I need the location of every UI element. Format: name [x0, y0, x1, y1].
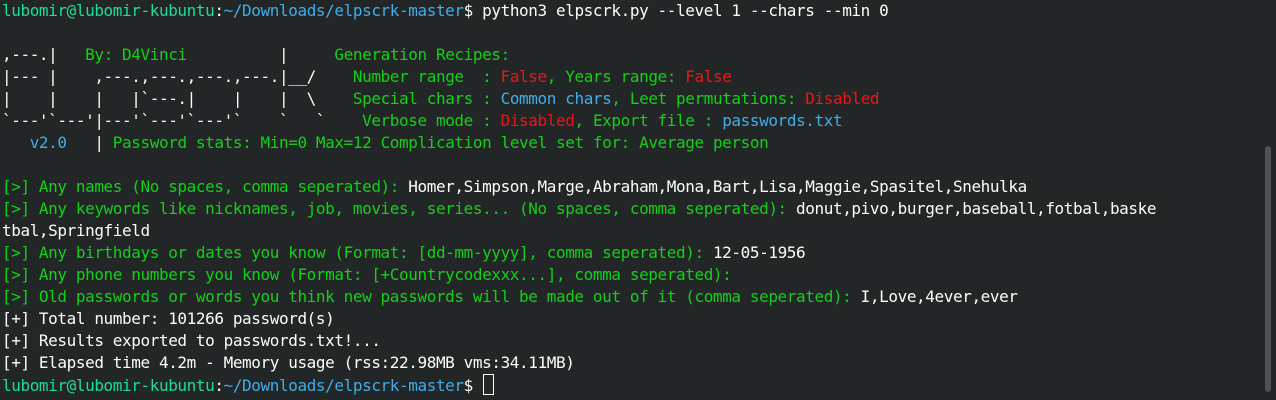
result-export: [+] Results exported to passwords.txt!..…: [2, 331, 381, 350]
question-text: [>] Any names (No spaces, comma seperate…: [2, 177, 409, 196]
export-value: passwords.txt: [722, 111, 843, 130]
vertical-scrollbar[interactable]: [1260, 0, 1276, 400]
prompt-symbol: $: [463, 376, 474, 395]
result-total: [+] Total number: 101266 password(s): [2, 309, 335, 328]
prompt-user-host: lubomir@lubomir-kubuntu: [2, 1, 215, 20]
export-label: Export file :: [592, 111, 723, 130]
leet-label: Leet permutations:: [629, 89, 806, 108]
answer-text: Homer,Simpson,Marge,Abraham,Mona,Bart,Li…: [408, 177, 1027, 196]
banner-author: By: D4Vinci: [85, 45, 187, 64]
special-chars-value: Common chars: [500, 89, 612, 108]
banner-art-2: |--- | ,---.,---.,---.,---.|__/: [2, 67, 316, 86]
command-line: lubomir@lubomir-kubuntu:~/Downloads/elps…: [2, 0, 1254, 22]
prompt-path: ~/Downloads/elpscrk-master: [223, 376, 464, 395]
banner-line-3: | | | |`---.| | | \ Special chars : Comm…: [2, 89, 880, 108]
prompt-colon: :: [214, 1, 224, 20]
question-text: [>] Any keywords like nicknames, job, mo…: [2, 199, 797, 218]
banner-line-4: `---'`---'|---'`---'`---'` ` ` Verbose m…: [2, 111, 843, 130]
question-line: [>] Any birthdays or dates you know (For…: [2, 242, 1254, 264]
banner-line-5: v2.0 | Password stats: Min=0 Max=12 Comp…: [2, 132, 1254, 154]
banner-art-3: | | | |`---.| | | \: [2, 89, 316, 108]
verbose-value: Disabled: [500, 111, 575, 130]
prompt-colon: :: [214, 376, 224, 395]
answer-wrap-text: tbal,Springfield: [2, 221, 150, 240]
banner-art-4: `---'`---'|---'`---'`---'` ` `: [2, 111, 326, 130]
answer-text: donut,pivo,burger,baseball,fotbal,baske: [796, 199, 1157, 218]
special-chars-label: Special chars :: [352, 89, 501, 108]
final-prompt-line[interactable]: lubomir@lubomir-kubuntu:~/Downloads/elps…: [2, 374, 1254, 396]
question-line: [>] Any keywords like nicknames, job, mo…: [2, 198, 1254, 220]
text-cursor[interactable]: [483, 374, 495, 395]
password-stats: Password stats: Min=0 Max=12 Complicatio…: [103, 133, 769, 152]
years-range-label: Years range:: [565, 67, 686, 86]
question-text: [>] Any phone numbers you know (Format: …: [2, 265, 732, 284]
prompt-path: ~/Downloads/elpscrk-master: [223, 1, 464, 20]
banner-line-1: ,---.| By: D4Vinci | Generation Recipes:: [2, 44, 1254, 66]
banner-line-2: |--- | ,---.,---.,---.,---.|__/ Number r…: [2, 67, 732, 86]
version-label: v2.0: [2, 133, 95, 152]
answer-text: I,Love,4ever,ever: [860, 287, 1018, 306]
number-range-label: Number range :: [352, 67, 501, 86]
prompt-symbol: $: [463, 1, 474, 20]
version-pipe: |: [94, 133, 104, 152]
terminal-output[interactable]: lubomir@lubomir-kubuntu:~/Downloads/elps…: [2, 0, 1254, 400]
question-text: [>] Any birthdays or dates you know (For…: [2, 243, 713, 262]
question-line: [>] Old passwords or words you think new…: [2, 286, 1254, 308]
command-text: python3 elpscrk.py --level 1 --chars --m…: [472, 1, 889, 20]
years-range-value: False: [685, 67, 732, 86]
result-elapsed: [+] Elapsed time 4.2m - Memory usage (rs…: [2, 353, 575, 372]
answer-wrap-line: tbal,Springfield: [2, 220, 1254, 242]
answer-text: 12-05-1956: [712, 243, 806, 262]
banner-art-1: ,---.|: [2, 45, 58, 64]
number-range-value: False: [500, 67, 548, 86]
question-text: [>] Old passwords or words you think new…: [2, 287, 861, 306]
recipes-title: Generation Recipes:: [334, 45, 510, 64]
scrollbar-thumb[interactable]: [1265, 146, 1271, 392]
question-line: [>] Any names (No spaces, comma seperate…: [2, 176, 1254, 198]
prompt-user-host: lubomir@lubomir-kubuntu: [2, 376, 215, 395]
leet-value: Disabled: [805, 89, 880, 108]
banner-pipe: |: [279, 45, 289, 64]
question-line: [>] Any phone numbers you know (Format: …: [2, 264, 1254, 286]
verbose-label: Verbose mode :: [362, 111, 501, 130]
